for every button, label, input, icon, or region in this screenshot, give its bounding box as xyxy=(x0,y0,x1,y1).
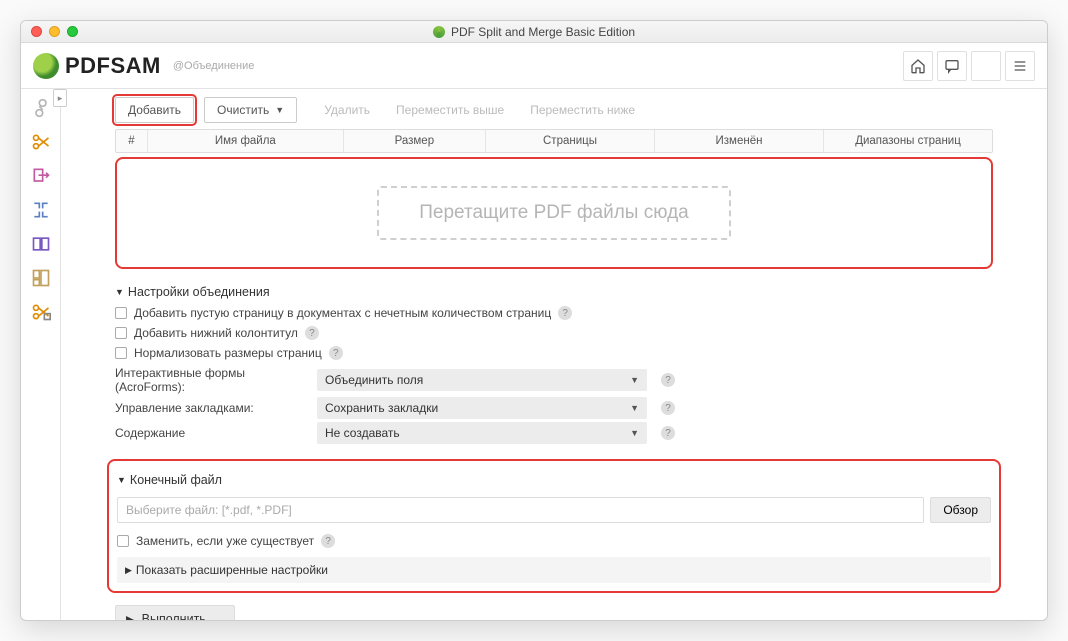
app-window: PDF Split and Merge Basic Edition PDFSAM… xyxy=(20,20,1048,621)
col-size: Размер xyxy=(344,130,486,152)
bookmarks-row: Управление закладками: Сохранить закладк… xyxy=(115,397,993,419)
run-bar: ▶ Выполнить xyxy=(115,605,993,620)
normalize-checkbox[interactable] xyxy=(115,347,127,359)
help-icon[interactable]: ? xyxy=(558,306,572,320)
logo-icon xyxy=(33,53,59,79)
footer-checkbox-row: Добавить нижний колонтитул ? xyxy=(115,323,993,343)
header-actions xyxy=(903,51,1035,81)
normalize-checkbox-row: Нормализовать размеры страниц ? xyxy=(115,343,993,363)
sidebar: ▸ xyxy=(21,89,61,620)
toolbar: Добавить Очистить▼ Удалить Переместить в… xyxy=(61,89,1047,129)
chevron-down-icon: ▼ xyxy=(630,375,639,385)
output-section-highlight: ▼Конечный файл Выберите файл: [*.pdf, *.… xyxy=(107,459,1001,593)
clear-button[interactable]: Очистить▼ xyxy=(204,97,297,123)
move-up-button[interactable]: Переместить выше xyxy=(383,97,517,123)
help-icon[interactable]: ? xyxy=(329,346,343,360)
help-icon[interactable]: ? xyxy=(661,426,675,440)
app-header: PDFSAM @Объединение xyxy=(21,43,1047,89)
grid-icon xyxy=(978,58,994,74)
run-button[interactable]: ▶ Выполнить xyxy=(115,605,235,620)
dashboard-button[interactable] xyxy=(971,51,1001,81)
chevron-down-icon: ▼ xyxy=(630,403,639,413)
chevron-down-icon: ▼ xyxy=(117,475,126,485)
chevron-down-icon: ▼ xyxy=(630,428,639,438)
sidebar-split-icon[interactable] xyxy=(30,131,52,153)
output-title[interactable]: ▼Конечный файл xyxy=(117,469,991,491)
notifications-button[interactable] xyxy=(937,51,967,81)
main-panel: Добавить Очистить▼ Удалить Переместить в… xyxy=(61,89,1047,620)
chevron-right-icon: ▶ xyxy=(125,565,132,576)
normalize-label: Нормализовать размеры страниц xyxy=(134,346,322,360)
add-blank-label: Добавить пустую страницу в документах с … xyxy=(134,306,551,320)
bookmarks-select[interactable]: Сохранить закладки▼ xyxy=(317,397,647,419)
col-number: # xyxy=(116,130,148,152)
help-icon[interactable]: ? xyxy=(305,326,319,340)
chat-icon xyxy=(944,58,960,74)
toc-select[interactable]: Не создавать▼ xyxy=(317,422,647,444)
footer-label: Добавить нижний колонтитул xyxy=(134,326,298,340)
sidebar-merge-icon[interactable] xyxy=(30,97,52,119)
window-title-text: PDF Split and Merge Basic Edition xyxy=(451,25,635,39)
brand-text: PDFSAM xyxy=(65,53,161,79)
window-title: PDF Split and Merge Basic Edition xyxy=(21,25,1047,39)
home-button[interactable] xyxy=(903,51,933,81)
col-pages: Страницы xyxy=(486,130,655,152)
merge-settings-title[interactable]: ▼Настройки объединения xyxy=(115,281,993,303)
help-icon[interactable]: ? xyxy=(661,373,675,387)
app-icon xyxy=(433,26,445,38)
col-filename: Имя файла xyxy=(148,130,344,152)
browse-button[interactable]: Обзор xyxy=(930,497,991,523)
file-dropzone[interactable]: Перетащите PDF файлы сюда xyxy=(117,159,991,267)
add-button[interactable]: Добавить xyxy=(115,97,194,123)
add-blank-checkbox-row: Добавить пустую страницу в документах с … xyxy=(115,303,993,323)
footer-checkbox[interactable] xyxy=(115,327,127,339)
sidebar-rotate-icon[interactable] xyxy=(30,199,52,221)
col-modified: Изменён xyxy=(655,130,824,152)
help-icon[interactable]: ? xyxy=(321,534,335,548)
home-icon xyxy=(910,58,926,74)
overwrite-label: Заменить, если уже существует xyxy=(136,534,314,548)
dropzone-highlight: Перетащите PDF файлы сюда xyxy=(115,157,993,269)
sidebar-size-split-icon[interactable] xyxy=(30,301,52,323)
menu-button[interactable] xyxy=(1005,51,1035,81)
help-icon[interactable]: ? xyxy=(661,401,675,415)
output-file-row: Выберите файл: [*.pdf, *.PDF] Обзор xyxy=(117,497,991,523)
chevron-down-icon: ▼ xyxy=(115,287,124,297)
file-table-header: # Имя файла Размер Страницы Изменён Диап… xyxy=(115,129,993,153)
titlebar: PDF Split and Merge Basic Edition xyxy=(21,21,1047,43)
overwrite-row: Заменить, если уже существует ? xyxy=(117,531,991,551)
merge-settings-section: ▼Настройки объединения Добавить пустую с… xyxy=(115,281,993,447)
brand-subtitle: @Объединение xyxy=(173,60,255,72)
col-ranges: Диапазоны страниц xyxy=(824,130,992,152)
advanced-settings-toggle[interactable]: ▶Показать расширенные настройки xyxy=(117,557,991,583)
add-blank-checkbox[interactable] xyxy=(115,307,127,319)
delete-button[interactable]: Удалить xyxy=(311,97,383,123)
logo: PDFSAM @Объединение xyxy=(33,53,254,79)
sidebar-bookmark-split-icon[interactable] xyxy=(30,267,52,289)
acroforms-row: Интерактивные формы (AcroForms): Объедин… xyxy=(115,366,993,394)
app-body: ▸ Добавить Очистить▼ Удалить Переместить… xyxy=(21,89,1047,620)
sidebar-mix-icon[interactable] xyxy=(30,233,52,255)
dropzone-hint: Перетащите PDF файлы сюда xyxy=(377,186,730,240)
acroforms-label: Интерактивные формы (AcroForms): xyxy=(115,366,303,394)
hamburger-icon xyxy=(1012,58,1028,74)
move-down-button[interactable]: Переместить ниже xyxy=(517,97,648,123)
bookmarks-label: Управление закладками: xyxy=(115,401,303,415)
overwrite-checkbox[interactable] xyxy=(117,535,129,547)
play-icon: ▶ xyxy=(126,612,136,621)
sidebar-extract-icon[interactable] xyxy=(30,165,52,187)
acroforms-select[interactable]: Объединить поля▼ xyxy=(317,369,647,391)
toc-label: Содержание xyxy=(115,426,303,440)
toc-row: Содержание Не создавать▼ ? xyxy=(115,422,993,444)
output-file-input[interactable]: Выберите файл: [*.pdf, *.PDF] xyxy=(117,497,924,523)
chevron-down-icon: ▼ xyxy=(275,105,284,115)
sidebar-toggle[interactable]: ▸ xyxy=(53,89,67,107)
